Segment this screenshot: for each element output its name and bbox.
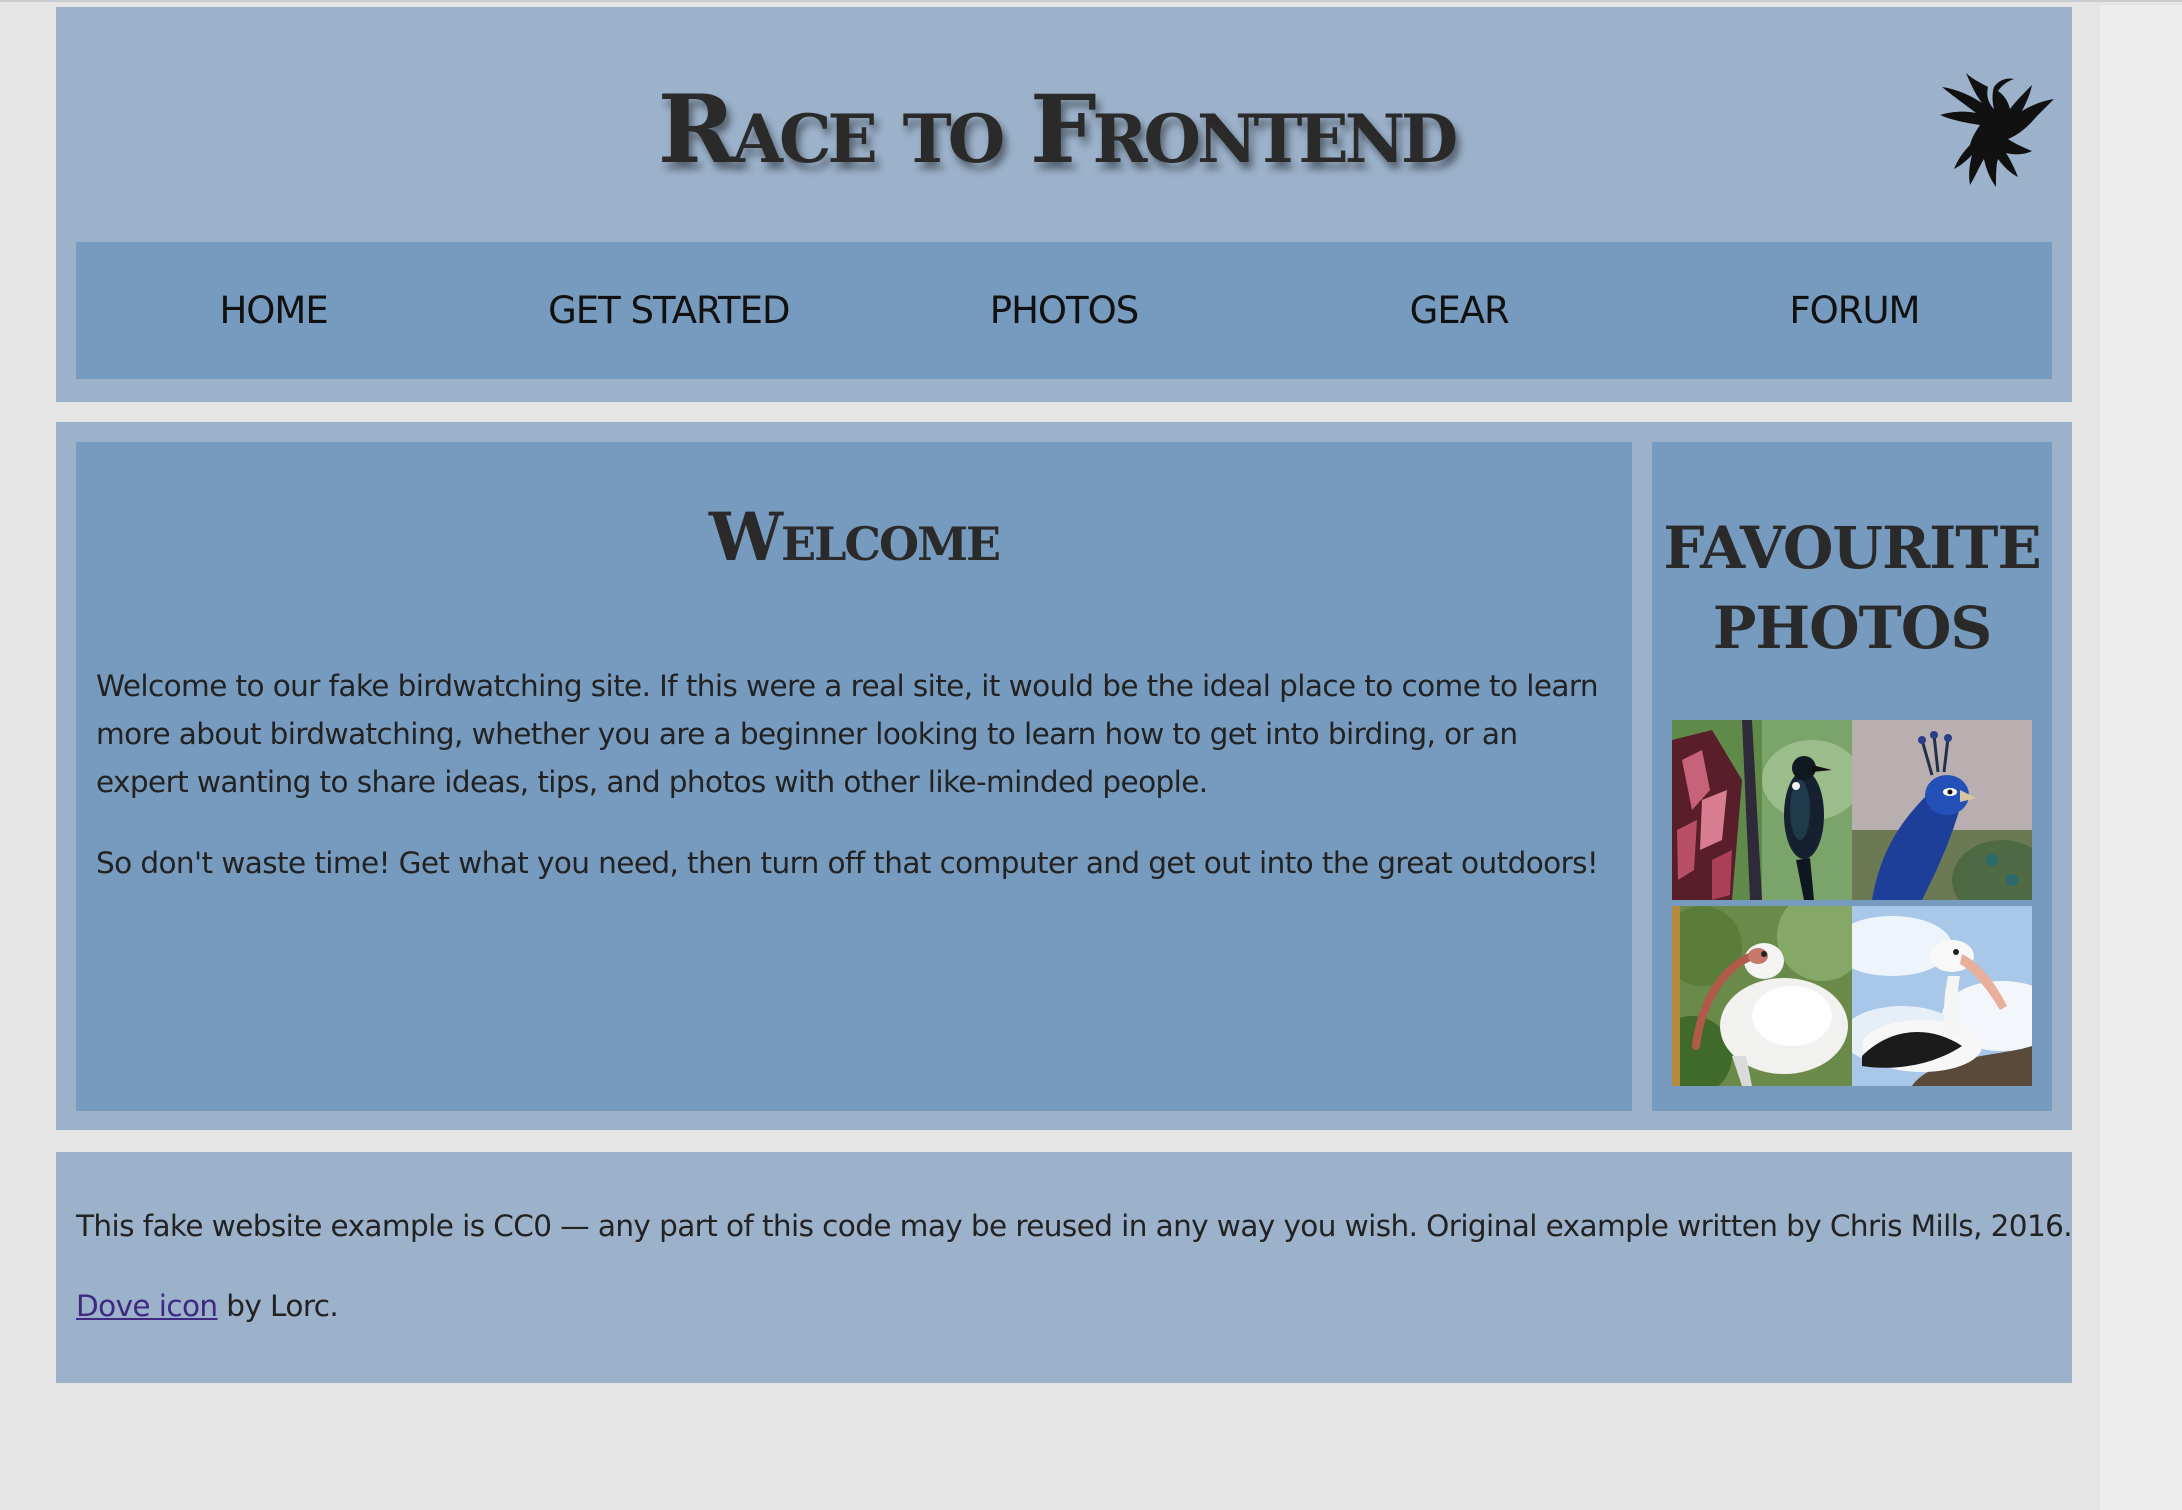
icon-credit-suffix: by Lorc. (217, 1289, 339, 1323)
photo-ibis[interactable] (1672, 906, 1852, 1086)
icon-credit: Dove icon by Lorc. (76, 1286, 339, 1326)
call-to-action-paragraph: So don't waste time! Get what you need, … (96, 846, 1599, 880)
site-footer: This fake website example is CC0 — any p… (56, 1152, 2073, 1383)
favourite-photos-heading-line2: PHOTOS (1712, 594, 1993, 662)
nav-item-photos[interactable]: PHOTOS (866, 242, 1261, 379)
site-header: Race to Frontend HOME GET STARTED PHOTOS… (56, 7, 2072, 402)
favourite-photos-heading: FAVOURITE PHOTOS (1652, 508, 2052, 668)
nav-item-home[interactable]: HOME (76, 242, 471, 379)
favourite-photos-heading-line1: FAVOURITE (1663, 514, 2041, 582)
nav-item-gear[interactable]: GEAR (1262, 242, 1657, 379)
nav-item-forum[interactable]: FORUM (1657, 242, 2052, 379)
main-nav: HOME GET STARTED PHOTOS GEAR FORUM (76, 242, 2052, 379)
scrollbar-gutter (2100, 5, 2182, 1510)
photo-peacock[interactable] (1852, 720, 2032, 900)
welcome-article: Welcome Welcome to our fake birdwatching… (76, 442, 1632, 1111)
photo-pelican[interactable] (1852, 906, 2032, 1086)
dove-icon (1936, 73, 2056, 189)
browser-edge (0, 0, 2182, 7)
photo-tui[interactable] (1672, 720, 1852, 900)
copyright-notice: This fake website example is CC0 — any p… (76, 1209, 2073, 1243)
welcome-heading: Welcome (708, 498, 1001, 576)
main-section: Welcome Welcome to our fake birdwatching… (56, 422, 2072, 1130)
welcome-paragraph: Welcome to our fake birdwatching site. I… (96, 669, 1599, 799)
favourite-photos-sidebar: FAVOURITE PHOTOS (1652, 442, 2052, 1111)
dove-icon-link[interactable]: Dove icon (76, 1289, 218, 1323)
site-title: Race to Frontend (657, 75, 1459, 185)
nav-item-get-started[interactable]: GET STARTED (471, 242, 866, 379)
